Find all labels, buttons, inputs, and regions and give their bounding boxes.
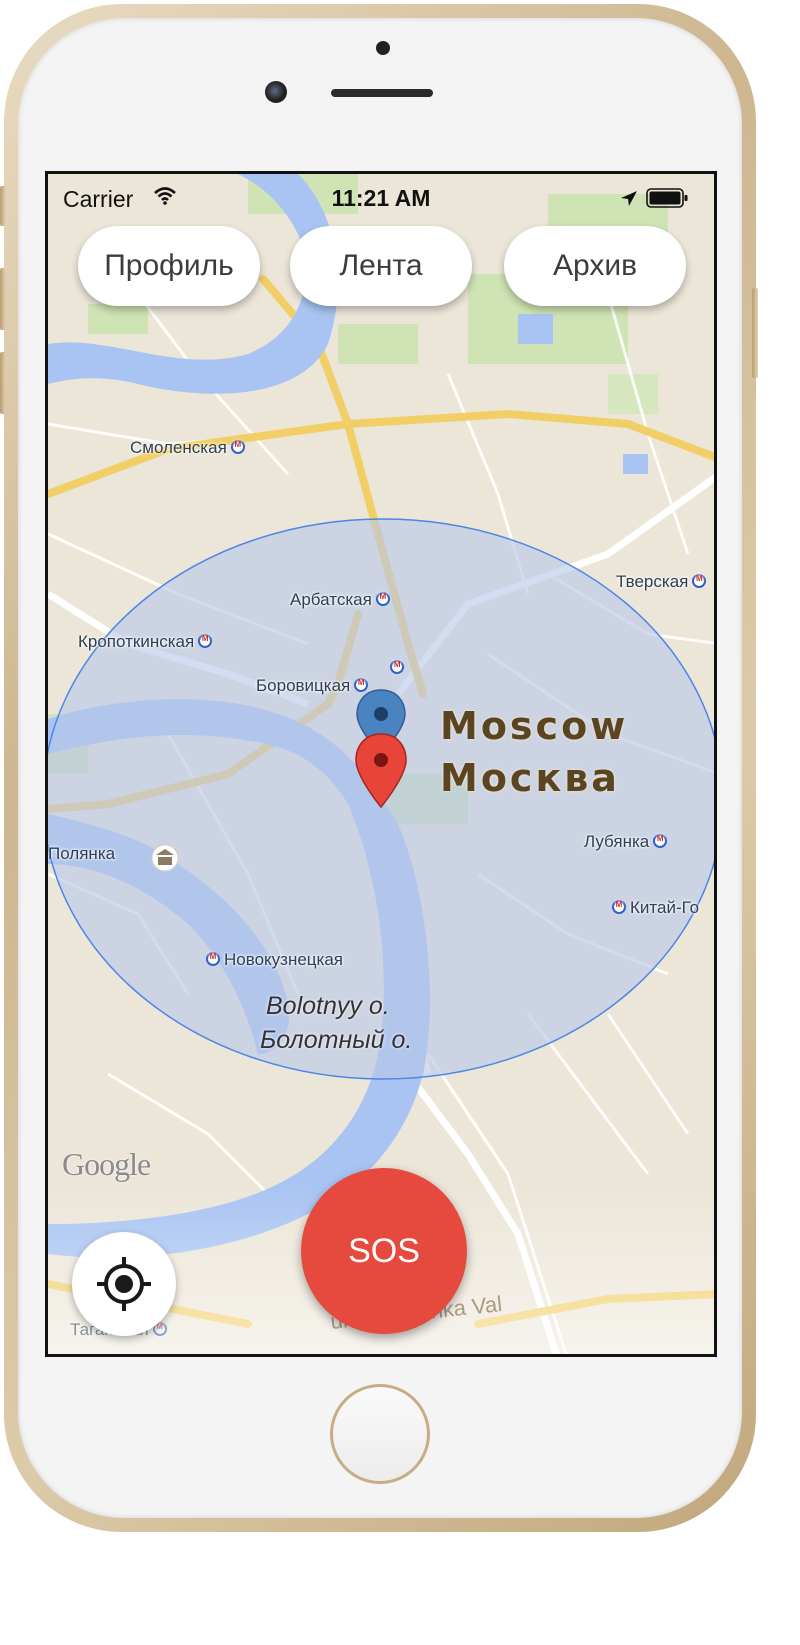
city-name-ru: Москва [440, 756, 620, 800]
volume-down-button [0, 352, 6, 414]
pond [518, 314, 553, 344]
station-label-kropotkinskaya: Кропоткинская [78, 632, 216, 652]
metro-icon [612, 900, 626, 914]
mute-switch [0, 186, 6, 226]
museum-icon [151, 844, 179, 872]
station-label-tverskaya: Тверская [616, 572, 710, 592]
island-name-ru: Болотный о. [260, 1026, 413, 1054]
park-area [338, 324, 418, 364]
archive-button[interactable]: Архив [504, 226, 686, 306]
battery-icon [646, 188, 688, 208]
station-label-polyanka: Полянка [48, 844, 116, 863]
app-screen: Смоленская Тверская Арбатская Кропоткинс… [45, 171, 717, 1357]
station-label-lubyanka: Лубянка [584, 832, 671, 852]
station-label-arbatskaya: Арбатская [290, 590, 394, 610]
location-arrow-icon [621, 191, 637, 206]
metro-icon [206, 952, 220, 966]
pond [623, 454, 648, 474]
power-button [752, 288, 758, 378]
google-attribution-logo: Google [62, 1146, 151, 1182]
crosshair-icon [97, 1257, 151, 1311]
metro-icon [375, 592, 390, 606]
status-time: 11:21 AM [331, 185, 431, 211]
feed-button[interactable]: Лента [290, 226, 472, 306]
island-name-en: Bolotnyy o. [266, 992, 390, 1020]
status-bar: Carrier 11:21 AM [48, 174, 714, 218]
station-label-smolenskaya: Смоленская [130, 438, 249, 458]
metro-icon [354, 678, 369, 692]
home-button[interactable] [330, 1384, 430, 1484]
sos-button[interactable]: SOS [301, 1168, 467, 1334]
park-area [88, 304, 148, 334]
station-label-kitay-gorod: Китай-Го [608, 898, 699, 918]
my-location-button[interactable] [72, 1232, 176, 1336]
metro-icon [653, 834, 668, 848]
proximity-sensor [376, 41, 390, 55]
volume-up-button [0, 268, 6, 330]
station-label-novokuznetskaya: Новокузнецкая [202, 950, 343, 970]
front-camera [265, 81, 287, 103]
city-name-en: Moscow [440, 704, 629, 748]
metro-icon [692, 574, 707, 588]
metro-icon [198, 634, 213, 648]
metro-icon [230, 440, 245, 454]
profile-button[interactable]: Профиль [78, 226, 260, 306]
station-label-borovitskaya: Боровицкая [256, 660, 408, 696]
earpiece-speaker [331, 89, 433, 97]
